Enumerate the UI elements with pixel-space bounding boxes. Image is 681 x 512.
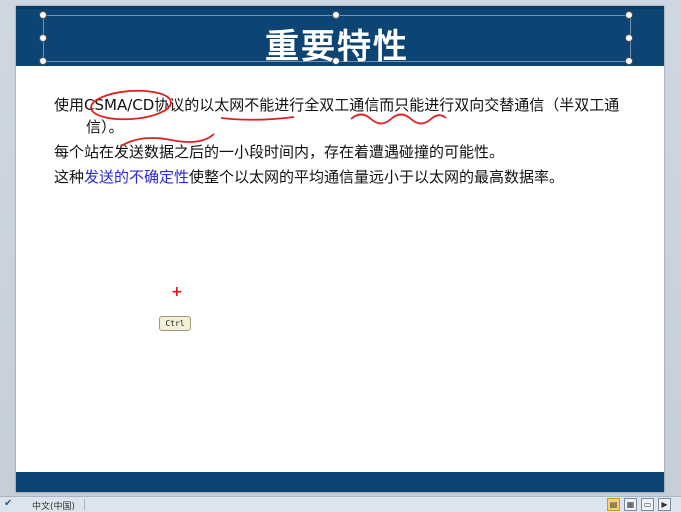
- spellcheck-icon[interactable]: ✔: [4, 498, 12, 509]
- resize-handle[interactable]: [625, 57, 633, 65]
- slide-canvas: 重要特性 使用CSMA/CD协议的以太网不能进行全双工通信而只能进行双向交替通信…: [0, 0, 681, 497]
- slideshow-icon[interactable]: ▶: [658, 498, 671, 511]
- pointer-cursor: +: [171, 284, 183, 300]
- resize-handle[interactable]: [39, 11, 47, 19]
- resize-handle[interactable]: [332, 57, 340, 65]
- text-run: 使用: [54, 96, 85, 114]
- normal-view-icon[interactable]: ▤: [607, 498, 620, 511]
- bullet-paragraph: 使用CSMA/CD协议的以太网不能进行全双工通信而只能进行双向交替通信（半双工通…: [54, 94, 644, 138]
- language-indicator[interactable]: 中文(中国): [32, 499, 75, 512]
- text-run: 使整个以太网的平均通信量远小于以太网的最高数据率。: [189, 168, 565, 186]
- reading-view-icon[interactable]: ▭: [641, 498, 654, 511]
- ink-annotations: [90, 89, 447, 147]
- resize-handle[interactable]: [625, 34, 633, 42]
- view-switcher: ▤ ▦ ▭ ▶: [607, 498, 671, 511]
- text-run: 协议的以太网不能进行全双工通信而只能进行双向交替通信（半双工通信）。: [86, 96, 620, 136]
- bullet-paragraph: 这种发送的不确定性使整个以太网的平均通信量远小于以太网的最高数据率。: [54, 166, 644, 188]
- body-text[interactable]: 使用CSMA/CD协议的以太网不能进行全双工通信而只能进行双向交替通信（半双工通…: [54, 94, 644, 191]
- status-bar: ✔ 中文(中国) ▤ ▦ ▭ ▶: [0, 496, 681, 512]
- slide-sorter-icon[interactable]: ▦: [624, 498, 637, 511]
- title-placeholder[interactable]: 重要特性: [43, 15, 631, 67]
- text-run: 每个站在发送数据之后的一小段时间内，存在着遭遇碰撞的可能性。: [54, 143, 505, 161]
- text-run: 这种: [54, 168, 85, 186]
- status-divider: [84, 499, 85, 510]
- text-run-emphasis: 发送的不确定性: [84, 168, 190, 186]
- slide[interactable]: 重要特性 使用CSMA/CD协议的以太网不能进行全双工通信而只能进行双向交替通信…: [16, 6, 664, 492]
- key-press-badge: Ctrl: [159, 316, 191, 331]
- bullet-paragraph: 每个站在发送数据之后的一小段时间内，存在着遭遇碰撞的可能性。: [54, 141, 644, 163]
- footer-bar: [16, 472, 664, 492]
- text-run-csmacd: CSMA/CD: [84, 96, 155, 114]
- resize-handle[interactable]: [332, 11, 340, 19]
- title-bar: 重要特性: [16, 6, 664, 67]
- resize-handle[interactable]: [625, 11, 633, 19]
- resize-handle[interactable]: [39, 34, 47, 42]
- resize-handle[interactable]: [39, 57, 47, 65]
